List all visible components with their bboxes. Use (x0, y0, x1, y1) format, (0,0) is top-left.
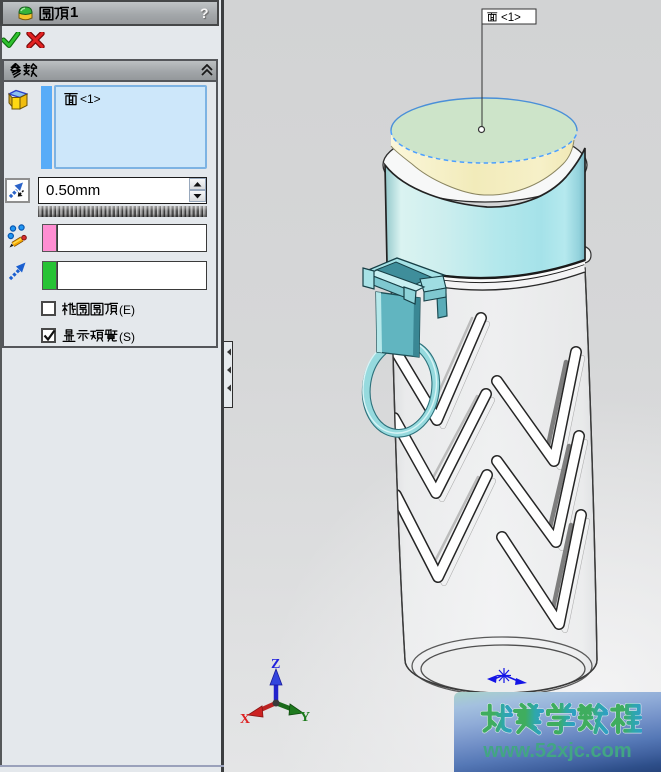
svg-text:Z: Z (271, 657, 280, 672)
svg-text:Y: Y (300, 710, 310, 725)
svg-text:<1>: <1> (501, 12, 521, 24)
svg-text:X: X (240, 712, 250, 727)
